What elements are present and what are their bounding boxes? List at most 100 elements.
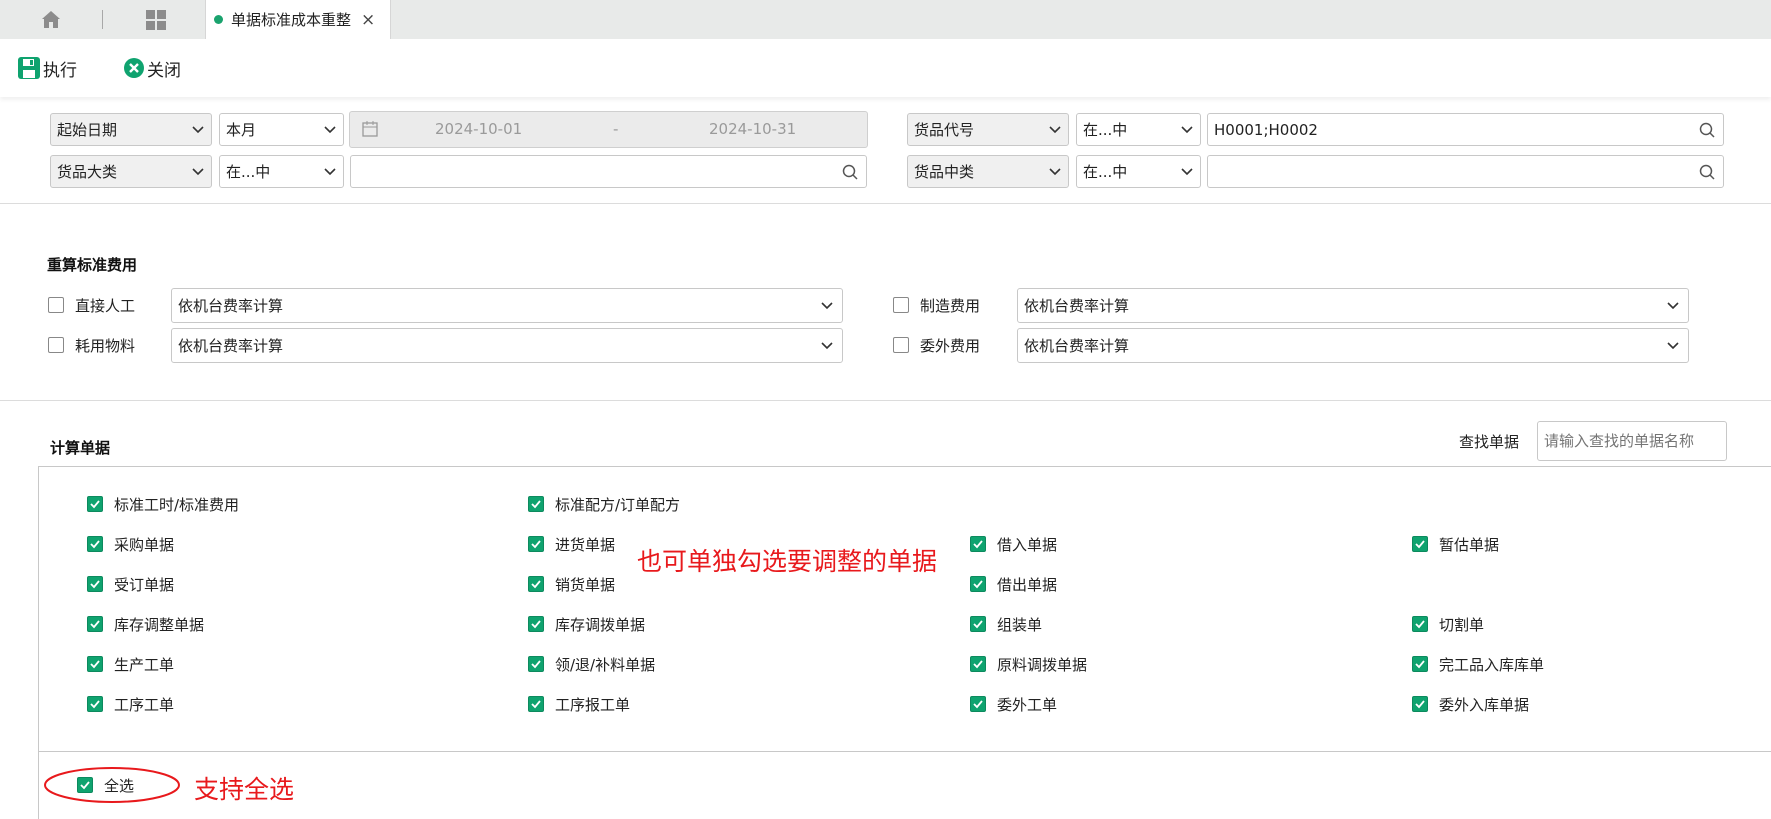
select-all-checkbox[interactable] [77, 777, 93, 793]
doc-label: 原料调拨单据 [997, 656, 1088, 674]
manufacturing-cost-checkbox[interactable] [893, 297, 909, 313]
outsourcing-cost-checkbox[interactable] [893, 337, 909, 353]
manufacturing-cost-method-select[interactable]: 依机台费率计算 [1017, 288, 1689, 323]
check-icon [1415, 700, 1425, 709]
doc-checkbox[interactable] [528, 496, 544, 512]
doc-label: 切割单 [1439, 616, 1485, 634]
manufacturing-cost-label: 制造费用 [920, 297, 981, 315]
check-icon [531, 540, 541, 549]
chevron-down-icon [1181, 126, 1193, 134]
check-icon [90, 580, 100, 589]
doc-label: 委外工单 [997, 696, 1058, 714]
doc-checkbox[interactable] [87, 616, 103, 632]
chevron-down-icon [1181, 168, 1193, 176]
filter-op-label: 在...中 [1083, 121, 1128, 139]
direct-labor-method-select[interactable]: 依机台费率计算 [171, 288, 843, 323]
doc-checkbox[interactable] [1412, 616, 1428, 632]
doc-checkbox[interactable] [87, 576, 103, 592]
doc-label: 标准配方/订单配方 [555, 496, 681, 514]
doc-checkbox[interactable] [970, 696, 986, 712]
doc-checkbox[interactable] [87, 696, 103, 712]
materials-checkbox[interactable] [48, 337, 64, 353]
direct-labor-label: 直接人工 [75, 297, 136, 315]
doc-checkbox[interactable] [1412, 696, 1428, 712]
outsourcing-cost-method-select[interactable]: 依机台费率计算 [1017, 328, 1689, 363]
tab-cost-reset[interactable]: 单据标准成本重整 × [205, 0, 391, 39]
apps-grid-icon[interactable] [141, 0, 171, 39]
toolbar [0, 39, 1771, 97]
check-icon [90, 700, 100, 709]
doc-label: 组装单 [997, 616, 1043, 634]
doc-label: 库存调整单据 [114, 616, 205, 634]
date-from: 2024-10-01 [435, 120, 523, 138]
date-range-input[interactable]: 2024-10-01 - 2024-10-31 [349, 111, 868, 148]
filter-op-label: 在...中 [226, 163, 271, 181]
doc-label: 标准工时/标准费用 [114, 496, 240, 514]
doc-checkbox[interactable] [87, 536, 103, 552]
check-icon [531, 700, 541, 709]
method-value: 依机台费率计算 [1024, 297, 1130, 315]
close-button[interactable]: 关闭 [124, 55, 181, 81]
doc-checkbox[interactable] [528, 616, 544, 632]
doc-label: 借出单据 [997, 576, 1058, 594]
filter-field-start-date[interactable]: 起始日期 [50, 113, 212, 146]
docs-search-input[interactable] [1537, 421, 1727, 461]
doc-checkbox[interactable] [970, 616, 986, 632]
doc-label: 完工品入库库单 [1439, 656, 1545, 674]
filter-op-in[interactable]: 在...中 [1076, 113, 1201, 146]
recalc-section-title: 重算标准费用 [47, 256, 138, 274]
doc-checkbox[interactable] [1412, 536, 1428, 552]
tab-status-dot [214, 15, 223, 24]
direct-labor-checkbox[interactable] [48, 297, 64, 313]
check-icon [973, 700, 983, 709]
doc-checkbox[interactable] [87, 496, 103, 512]
tab-close-icon[interactable]: × [361, 10, 375, 30]
chevron-down-icon [1667, 302, 1679, 310]
search-icon[interactable] [842, 164, 858, 180]
search-icon[interactable] [1699, 122, 1715, 138]
filter-op-in[interactable]: 在...中 [219, 155, 344, 188]
section-divider [0, 400, 1771, 401]
search-icon[interactable] [1699, 164, 1715, 180]
section-divider [0, 203, 1771, 204]
doc-checkbox[interactable] [528, 696, 544, 712]
home-icon[interactable] [36, 0, 66, 39]
doc-label: 采购单据 [114, 536, 175, 554]
chevron-down-icon [192, 126, 204, 134]
materials-method-select[interactable]: 依机台费率计算 [171, 328, 843, 363]
check-icon [973, 580, 983, 589]
chevron-down-icon [821, 302, 833, 310]
doc-label: 库存调拨单据 [555, 616, 646, 634]
filter-field-subcategory[interactable]: 货品中类 [907, 155, 1069, 188]
docs-section-title: 计算单据 [50, 439, 111, 457]
check-icon [973, 540, 983, 549]
doc-checkbox[interactable] [970, 576, 986, 592]
doc-checkbox[interactable] [970, 536, 986, 552]
filter-op-month[interactable]: 本月 [219, 113, 344, 146]
filter-field-item-code[interactable]: 货品代号 [907, 113, 1069, 146]
check-icon [973, 620, 983, 629]
doc-label: 生产工单 [114, 656, 175, 674]
close-label: 关闭 [147, 60, 181, 81]
category-input[interactable] [350, 155, 867, 188]
doc-checkbox[interactable] [970, 656, 986, 672]
subcategory-input[interactable] [1207, 155, 1724, 188]
filter-field-label: 起始日期 [57, 121, 118, 139]
date-separator: - [613, 120, 619, 138]
doc-checkbox[interactable] [528, 656, 544, 672]
check-icon [531, 620, 541, 629]
check-icon [531, 580, 541, 589]
check-icon [90, 540, 100, 549]
check-icon [90, 620, 100, 629]
execute-button[interactable]: 执行 [18, 55, 77, 81]
filter-field-category[interactable]: 货品大类 [50, 155, 212, 188]
check-icon [531, 500, 541, 509]
date-to: 2024-10-31 [709, 120, 797, 138]
doc-checkbox[interactable] [87, 656, 103, 672]
doc-checkbox[interactable] [528, 536, 544, 552]
item-code-input[interactable]: H0001;H0002 [1207, 113, 1724, 146]
doc-checkbox[interactable] [1412, 656, 1428, 672]
filter-op-in[interactable]: 在...中 [1076, 155, 1201, 188]
docs-panel [38, 466, 1771, 819]
doc-checkbox[interactable] [528, 576, 544, 592]
